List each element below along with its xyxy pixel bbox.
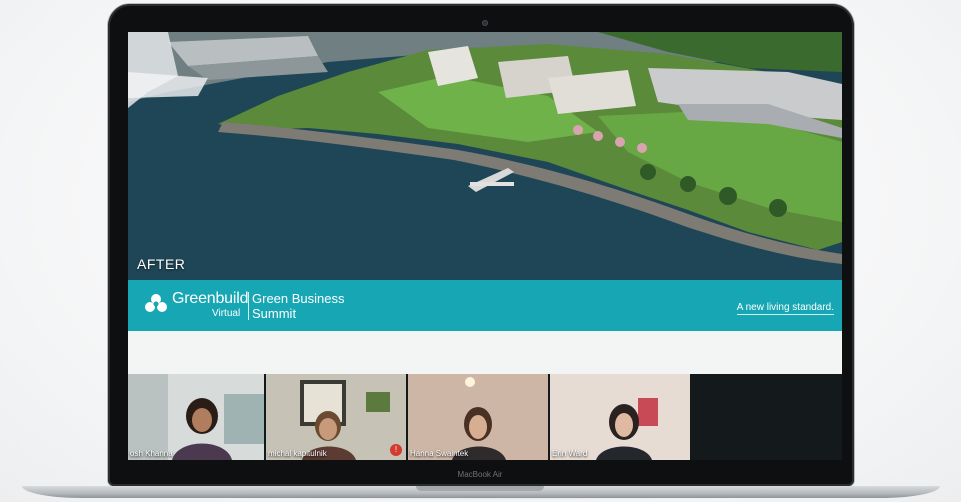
webcam-icon [482,20,488,26]
screen: AFTER Greenbuild Virtual Green Business … [128,32,842,460]
device-model-label: MacBook Air [457,470,503,479]
participant-video [550,374,690,460]
event-banner: Greenbuild Virtual Green Business Summit… [128,280,842,331]
event-title-line1: Green Business [252,291,345,306]
laptop-notch [416,486,544,491]
banner-tagline: A new living standard. [736,302,834,315]
participant-tile[interactable]: osh Khanna [128,374,264,460]
event-title-line2: Summit [252,306,297,321]
slide-after-label: AFTER [137,256,186,272]
aerial-rendering-image [128,32,842,280]
participant-tile[interactable]: michal kapitulnik ! [266,374,406,460]
participant-video [408,374,548,460]
brand-name: Greenbuild [172,290,249,307]
participant-video [128,374,264,460]
muted-alert-icon: ! [390,444,402,456]
participant-tile[interactable]: Erin Ward [550,374,690,460]
slide-footer-space [128,331,842,374]
participant-name: osh Khanna [130,449,173,458]
participant-name: michal kapitulnik [268,449,327,458]
participant-name: Erin Ward [552,449,588,458]
participant-name: Hanna Swaintek [410,449,469,458]
participant-tile[interactable]: Hanna Swaintek [408,374,548,460]
participant-gallery: osh Khanna michal kapitulnik ! Hanna Swa… [128,374,842,460]
greenbuild-logo-icon [145,294,167,312]
banner-divider [248,292,249,320]
slide-photo: AFTER [128,32,842,280]
brand-sub: Virtual [212,308,241,319]
participant-video [266,374,406,460]
